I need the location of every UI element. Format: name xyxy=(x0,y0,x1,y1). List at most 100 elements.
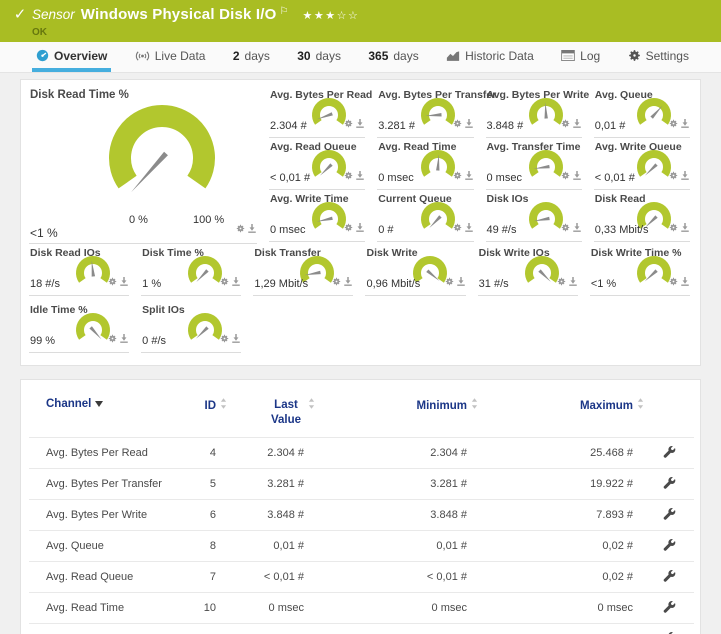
gauge-tile-disk-write-ios[interactable]: Disk Write IOs 31 #/s xyxy=(478,244,578,296)
gauge-settings-gear-icon[interactable] xyxy=(236,220,245,238)
column-header-last-value[interactable]: Last Value xyxy=(227,388,315,437)
gauge-settings-gear-icon[interactable] xyxy=(220,330,229,348)
tab-label: Live Data xyxy=(155,49,206,63)
gauge-settings-gear-icon[interactable] xyxy=(453,167,462,185)
gauge-tile-avg-read-queue[interactable]: Avg. Read Queue < 0,01 # xyxy=(269,138,365,190)
gauge-pin-icon[interactable] xyxy=(465,115,473,133)
gauge-pin-icon[interactable] xyxy=(248,220,256,238)
channel-last-value: 3.848 # xyxy=(227,499,315,530)
priority-stars[interactable]: ★★★☆☆ xyxy=(303,8,360,25)
gauge-settings-gear-icon[interactable] xyxy=(669,219,678,237)
tab-2-days[interactable]: 2days xyxy=(229,42,274,72)
gauge-pin-icon[interactable] xyxy=(232,273,240,291)
channel-settings-wrench-icon[interactable] xyxy=(663,600,676,613)
tab-settings[interactable]: Settings xyxy=(624,42,693,72)
gauge-tile-avg-write-time[interactable]: Avg. Write Time 0 msec xyxy=(269,190,365,242)
channel-settings-wrench-icon[interactable] xyxy=(663,507,676,520)
column-header-minimum[interactable]: Minimum xyxy=(315,388,478,437)
gauge-pin-icon[interactable] xyxy=(120,273,128,291)
gauge-settings-gear-icon[interactable] xyxy=(332,273,341,291)
gauge-tile-disk-read-ios[interactable]: Disk Read IOs 18 #/s xyxy=(29,244,129,296)
column-header-maximum[interactable]: Maximum xyxy=(478,388,644,437)
channel-settings-wrench-icon[interactable] xyxy=(663,476,676,489)
channel-id: 10 xyxy=(179,592,227,623)
gauge-tile-idle-time[interactable]: Idle Time % 99 % xyxy=(29,301,129,353)
gauge-settings-gear-icon[interactable] xyxy=(344,115,353,133)
channel-name: Avg. Bytes Per Transfer xyxy=(29,468,179,499)
gauge-tile-avg-transfer-time[interactable]: Avg. Transfer Time 0 msec xyxy=(486,138,582,190)
gauge-pin-icon[interactable] xyxy=(681,219,689,237)
gauge-pin-icon[interactable] xyxy=(681,115,689,133)
live-icon xyxy=(135,50,150,62)
gauge-settings-gear-icon[interactable] xyxy=(445,273,454,291)
tab-historic-data[interactable]: Historic Data xyxy=(442,42,538,72)
gauge-tile-avg-read-time[interactable]: Avg. Read Time 0 msec xyxy=(377,138,473,190)
gauge-pin-icon[interactable] xyxy=(681,273,689,291)
status-check-icon: ✓ xyxy=(8,6,32,24)
tab-365-days[interactable]: 365days xyxy=(364,42,422,72)
gauge-settings-gear-icon[interactable] xyxy=(561,115,570,133)
gauge-settings-gear-icon[interactable] xyxy=(344,167,353,185)
gauge-settings-gear-icon[interactable] xyxy=(453,115,462,133)
gauge-tile-avg-bytes-per-read[interactable]: Avg. Bytes Per Read 2.304 # xyxy=(269,86,365,138)
gauge-pin-icon[interactable] xyxy=(573,219,581,237)
gauge-tile-avg-queue[interactable]: Avg. Queue 0,01 # xyxy=(594,86,690,138)
gauge-tile-disk-write-time[interactable]: Disk Write Time % <1 % xyxy=(590,244,690,296)
gauge-tile-split-ios[interactable]: Split IOs 0 #/s xyxy=(141,301,241,353)
gauge-settings-gear-icon[interactable] xyxy=(220,273,229,291)
gauge-pin-icon[interactable] xyxy=(356,167,364,185)
gauge-tile-avg-bytes-per-transfer[interactable]: Avg. Bytes Per Transfer 3.281 # xyxy=(377,86,473,138)
gauge-pin-icon[interactable] xyxy=(573,115,581,133)
gauge-settings-gear-icon[interactable] xyxy=(557,273,566,291)
gauge-tile-avg-bytes-per-write[interactable]: Avg. Bytes Per Write 3.848 # xyxy=(486,86,582,138)
channel-gauge xyxy=(309,199,349,237)
gauge-settings-gear-icon[interactable] xyxy=(108,330,117,348)
gauge-settings-gear-icon[interactable] xyxy=(344,219,353,237)
priority-flag-icon[interactable]: ⚐ xyxy=(280,3,289,20)
gauge-pin-icon[interactable] xyxy=(681,167,689,185)
gauge-tile-disk-read-time[interactable]: Disk Read Time % 0 % 100 % <1 % xyxy=(29,86,257,244)
tab-30-days[interactable]: 30days xyxy=(293,42,345,72)
channel-settings-wrench-icon[interactable] xyxy=(663,569,676,582)
gauge-pin-icon[interactable] xyxy=(573,167,581,185)
tab-live-data[interactable]: Live Data xyxy=(131,42,210,72)
column-header-id[interactable]: ID xyxy=(179,388,227,437)
channel-settings-wrench-icon[interactable] xyxy=(663,538,676,551)
gauge-tile-current-queue[interactable]: Current Queue 0 # xyxy=(377,190,473,242)
gauge-value: 0 # xyxy=(378,224,393,236)
column-header-channel[interactable]: Channel xyxy=(29,388,179,437)
gauge-settings-gear-icon[interactable] xyxy=(669,167,678,185)
settings-icon xyxy=(628,49,641,62)
channel-maximum: 0,02 # xyxy=(478,530,644,561)
gauge-settings-gear-icon[interactable] xyxy=(561,167,570,185)
gauge-pin-icon[interactable] xyxy=(232,330,240,348)
gauge-settings-gear-icon[interactable] xyxy=(108,273,117,291)
tab-log[interactable]: Log xyxy=(557,42,604,72)
tab-label: Log xyxy=(580,49,600,63)
channel-name: Avg. Bytes Per Read xyxy=(29,437,179,468)
gauge-pin-icon[interactable] xyxy=(344,273,352,291)
gauge-settings-gear-icon[interactable] xyxy=(669,115,678,133)
channel-settings-wrench-icon[interactable] xyxy=(663,445,676,458)
gauge-tile-avg-write-queue[interactable]: Avg. Write Queue < 0,01 # xyxy=(594,138,690,190)
gauge-tile-disk-transfer[interactable]: Disk Transfer 1,29 Mbit/s xyxy=(253,244,353,296)
gauge-pin-icon[interactable] xyxy=(356,115,364,133)
table-row-avg-read-queue: Avg. Read Queue 7 < 0,01 # < 0,01 # 0,02… xyxy=(29,561,694,592)
gauge-tile-disk-ios[interactable]: Disk IOs 49 #/s xyxy=(486,190,582,242)
channel-minimum: < 0,01 # xyxy=(315,561,478,592)
gauge-pin-icon[interactable] xyxy=(569,273,577,291)
gauge-tile-disk-write[interactable]: Disk Write 0,96 Mbit/s xyxy=(365,244,465,296)
channel-name: Avg. Transfer Time xyxy=(29,623,179,634)
gauge-settings-gear-icon[interactable] xyxy=(561,219,570,237)
gauge-pin-icon[interactable] xyxy=(120,330,128,348)
gauge-settings-gear-icon[interactable] xyxy=(453,219,462,237)
gauge-pin-icon[interactable] xyxy=(457,273,465,291)
gauge-tile-disk-time[interactable]: Disk Time % 1 % xyxy=(141,244,241,296)
gauge-pin-icon[interactable] xyxy=(465,167,473,185)
channel-gauge xyxy=(73,253,113,291)
gauge-pin-icon[interactable] xyxy=(465,219,473,237)
gauge-pin-icon[interactable] xyxy=(356,219,364,237)
gauge-settings-gear-icon[interactable] xyxy=(669,273,678,291)
gauge-tile-disk-read[interactable]: Disk Read 0,33 Mbit/s xyxy=(594,190,690,242)
tab-overview[interactable]: Overview xyxy=(32,42,111,72)
